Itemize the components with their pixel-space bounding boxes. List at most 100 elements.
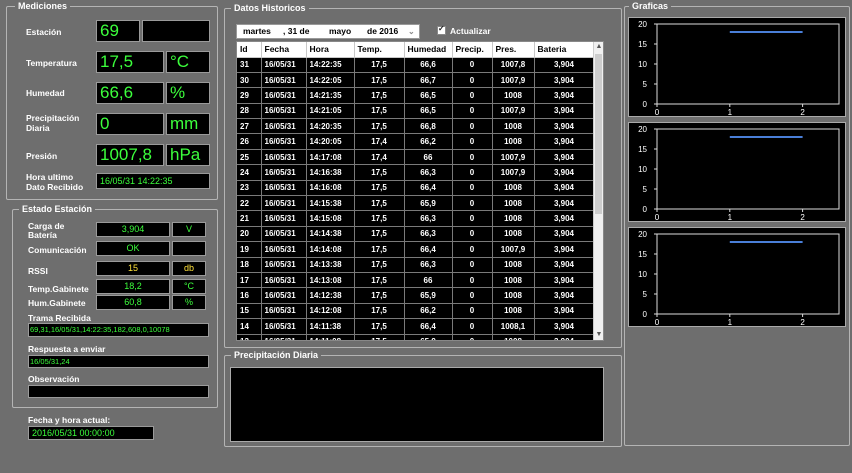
table-cell[interactable]: 0 <box>452 87 493 104</box>
table-cell[interactable]: 14:22:35 <box>306 57 355 73</box>
date-month[interactable]: mayo <box>329 25 351 38</box>
date-year[interactable]: de 2016 <box>367 25 398 38</box>
table-cell[interactable]: 3,904 <box>534 103 595 120</box>
table-cell[interactable]: 0 <box>452 210 493 227</box>
table-cell[interactable]: 21 <box>237 210 262 227</box>
table-cell[interactable]: 16/05/31 <box>261 72 307 89</box>
table-cell[interactable]: 66,2 <box>404 133 453 150</box>
table-cell[interactable]: 17,5 <box>354 118 405 135</box>
table-cell[interactable]: 16/05/31 <box>261 149 307 166</box>
table-cell[interactable]: 15 <box>237 303 262 320</box>
table-cell[interactable]: 3,904 <box>534 318 595 335</box>
table-cell[interactable]: 17,5 <box>354 195 405 212</box>
table-cell[interactable]: 16/05/31 <box>261 87 307 104</box>
table-row[interactable]: 28 16/05/31 14:21:05 17,5 66,5 0 1007,9 3,904 <box>237 103 595 120</box>
table-cell[interactable]: 1008 <box>492 272 535 289</box>
table-cell[interactable]: 17,5 <box>354 334 405 340</box>
table-cell[interactable]: 66,3 <box>404 210 453 227</box>
table-cell[interactable]: 3,904 <box>534 272 595 289</box>
table-cell[interactable]: 29 <box>237 87 262 104</box>
date-picker[interactable]: martes , 31 de mayo de 2016 ⌄ <box>236 24 420 39</box>
table-cell[interactable]: 17,5 <box>354 164 405 181</box>
table-cell[interactable]: 18 <box>237 257 262 273</box>
table-cell[interactable]: 16/05/31 <box>261 133 307 150</box>
table-cell[interactable]: 14:11:08 <box>306 334 355 340</box>
scroll-up-icon[interactable]: ▲ <box>594 42 603 52</box>
table-cell[interactable]: 14:21:35 <box>306 87 355 104</box>
table-cell[interactable]: 66,5 <box>404 87 453 104</box>
table-row[interactable]: 24 16/05/31 14:16:38 17,5 66,3 0 1007,9 3,904 <box>237 164 595 181</box>
table-cell[interactable]: 16/05/31 <box>261 272 307 289</box>
table-cell[interactable]: 23 <box>237 180 262 197</box>
table-cell[interactable]: 14:15:38 <box>306 195 355 212</box>
table-cell[interactable]: 16/05/31 <box>261 103 307 120</box>
table-cell[interactable]: 17,5 <box>354 180 405 197</box>
table-cell[interactable]: 14:13:38 <box>306 257 355 273</box>
table-cell[interactable]: 3,904 <box>534 195 595 212</box>
table-cell[interactable]: 19 <box>237 241 262 258</box>
table-cell[interactable]: 1007,9 <box>492 241 535 258</box>
table-cell[interactable]: 14:21:05 <box>306 103 355 120</box>
table-cell[interactable]: 16/05/31 <box>261 257 307 273</box>
table-cell[interactable]: 24 <box>237 164 262 181</box>
observacion-field[interactable] <box>28 385 209 398</box>
table-row[interactable]: 25 16/05/31 14:17:08 17,4 66 0 1007,9 3,904 <box>237 149 595 166</box>
column-header[interactable]: Hora <box>306 42 355 58</box>
table-cell[interactable]: 26 <box>237 133 262 150</box>
table-cell[interactable]: 14:17:08 <box>306 149 355 166</box>
table-cell[interactable]: 66,5 <box>404 103 453 120</box>
column-header[interactable]: Fecha <box>261 42 307 58</box>
table-cell[interactable]: 31 <box>237 57 262 73</box>
table-cell[interactable]: 3,904 <box>534 241 595 258</box>
table-cell[interactable]: 66,7 <box>404 72 453 89</box>
table-cell[interactable]: 1008 <box>492 87 535 104</box>
table-row[interactable]: 27 16/05/31 14:20:35 17,5 66,8 0 1008 3,904 <box>237 118 595 135</box>
scroll-thumb[interactable] <box>595 54 602 214</box>
column-header[interactable]: Temp. <box>354 42 405 58</box>
table-cell[interactable]: 1008 <box>492 303 535 320</box>
table-cell[interactable]: 1008 <box>492 195 535 212</box>
table-cell[interactable]: 66 <box>404 149 453 166</box>
table-cell[interactable]: 14:11:38 <box>306 318 355 335</box>
table-cell[interactable]: 1008 <box>492 180 535 197</box>
table-cell[interactable]: 17,5 <box>354 57 405 73</box>
table-cell[interactable]: 3,904 <box>534 57 595 73</box>
table-cell[interactable]: 0 <box>452 57 493 73</box>
table-cell[interactable]: 1008 <box>492 210 535 227</box>
table-cell[interactable]: 28 <box>237 103 262 120</box>
table-cell[interactable]: 3,904 <box>534 133 595 150</box>
table-cell[interactable]: 0 <box>452 272 493 289</box>
table-cell[interactable]: 14:12:38 <box>306 287 355 304</box>
table-cell[interactable]: 16/05/31 <box>261 57 307 73</box>
table-cell[interactable]: 14:14:38 <box>306 226 355 243</box>
table-cell[interactable]: 65,9 <box>404 334 453 340</box>
table-cell[interactable]: 17,5 <box>354 72 405 89</box>
table-cell[interactable]: 0 <box>452 103 493 120</box>
table-cell[interactable]: 20 <box>237 226 262 243</box>
table-cell[interactable]: 1007,9 <box>492 103 535 120</box>
table-cell[interactable]: 17,5 <box>354 87 405 104</box>
table-cell[interactable]: 3,904 <box>534 257 595 273</box>
table-cell[interactable]: 16/05/31 <box>261 287 307 304</box>
table-cell[interactable]: 0 <box>452 164 493 181</box>
table-cell[interactable]: 14 <box>237 318 262 335</box>
table-cell[interactable]: 66,3 <box>404 164 453 181</box>
column-header[interactable]: Bateria <box>534 42 595 58</box>
table-cell[interactable]: 3,904 <box>534 287 595 304</box>
table-cell[interactable]: 3,904 <box>534 226 595 243</box>
table-cell[interactable]: 17,5 <box>354 226 405 243</box>
table-row[interactable]: 14 16/05/31 14:11:38 17,5 66,4 0 1008,1 3,904 <box>237 318 595 335</box>
table-row[interactable]: 22 16/05/31 14:15:38 17,5 65,9 0 1008 3,904 <box>237 195 595 212</box>
table-cell[interactable]: 1008,1 <box>492 318 535 335</box>
table-cell[interactable]: 66,8 <box>404 118 453 135</box>
actualizar-checkbox[interactable]: ✓ <box>437 24 446 35</box>
chevron-down-icon[interactable]: ⌄ <box>408 25 415 38</box>
table-cell[interactable]: 14:12:08 <box>306 303 355 320</box>
table-cell[interactable]: 3,904 <box>534 87 595 104</box>
table-cell[interactable]: 66,3 <box>404 257 453 273</box>
table-cell[interactable]: 1008 <box>492 257 535 273</box>
table-cell[interactable]: 3,904 <box>534 72 595 89</box>
table-cell[interactable]: 3,904 <box>534 210 595 227</box>
table-cell[interactable]: 14:15:08 <box>306 210 355 227</box>
table-cell[interactable]: 17,5 <box>354 241 405 258</box>
